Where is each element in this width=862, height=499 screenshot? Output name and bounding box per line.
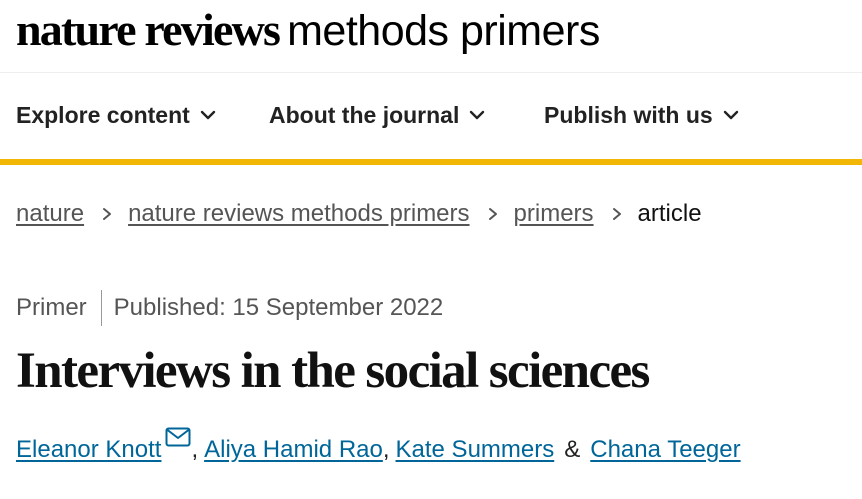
author-ampersand: & bbox=[564, 436, 581, 463]
nav-item-label: Explore content bbox=[16, 102, 190, 128]
site-header: nature reviews methods primers bbox=[0, 0, 862, 73]
page: nature reviews methods primers Explore co… bbox=[0, 0, 862, 499]
author-link[interactable]: Chana Teeger bbox=[590, 436, 740, 464]
nav-publish-with-us[interactable]: Publish with us bbox=[544, 102, 739, 129]
chevron-down-icon bbox=[723, 110, 738, 119]
nav-item-label: About the journal bbox=[269, 102, 460, 128]
author-list: Eleanor Knott , Aliya Hamid Rao , Kate S… bbox=[16, 427, 741, 464]
author-link[interactable]: Eleanor Knott bbox=[16, 436, 161, 464]
chevron-down-icon bbox=[470, 110, 485, 119]
breadcrumb-current: article bbox=[637, 200, 702, 227]
author-link[interactable]: Aliya Hamid Rao bbox=[204, 436, 383, 464]
logo-product: methods primers bbox=[287, 7, 600, 55]
main-nav: Explore content About the journal Publis… bbox=[0, 74, 862, 165]
nav-about-the-journal[interactable]: About the journal bbox=[269, 102, 485, 129]
published-date: Published: 15 September 2022 bbox=[113, 294, 444, 321]
article-meta: Primer Published: 15 September 2022 bbox=[16, 290, 443, 326]
author-link[interactable]: Kate Summers bbox=[396, 436, 555, 464]
author-separator: , bbox=[382, 436, 390, 463]
breadcrumb: nature nature reviews methods primers pr… bbox=[16, 200, 702, 228]
author-separator: , bbox=[191, 436, 199, 463]
journal-logo[interactable]: nature reviews methods primers bbox=[16, 2, 600, 69]
nav-explore-content[interactable]: Explore content bbox=[16, 102, 216, 129]
mail-icon[interactable] bbox=[165, 427, 191, 447]
chevron-right-icon bbox=[103, 208, 112, 220]
nav-item-label: Publish with us bbox=[544, 102, 713, 128]
logo-brand: nature reviews bbox=[16, 4, 281, 55]
breadcrumb-link-journal[interactable]: nature reviews methods primers bbox=[128, 200, 469, 228]
chevron-right-icon bbox=[488, 208, 497, 220]
meta-divider bbox=[100, 290, 102, 326]
breadcrumb-link-nature[interactable]: nature bbox=[16, 200, 84, 228]
article-type: Primer bbox=[16, 294, 87, 321]
chevron-down-icon bbox=[200, 110, 216, 119]
chevron-right-icon bbox=[612, 208, 621, 220]
breadcrumb-link-primers[interactable]: primers bbox=[514, 200, 594, 228]
article-title: Interviews in the social sciences bbox=[16, 343, 650, 399]
